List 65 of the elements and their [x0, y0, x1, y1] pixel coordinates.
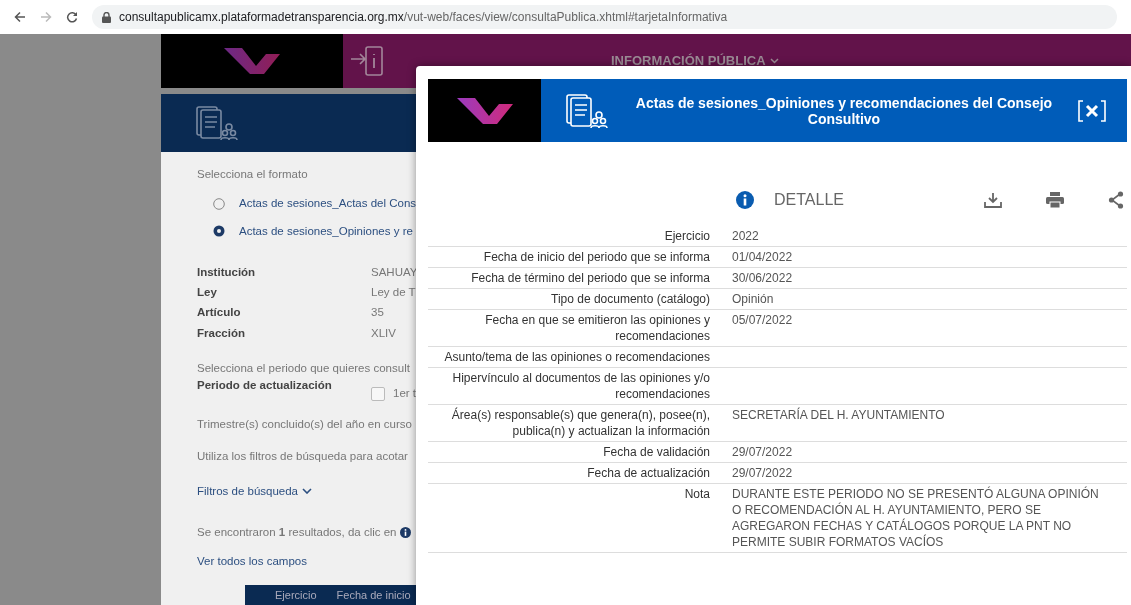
field-label: Tipo de documento (catálogo) [550, 291, 710, 307]
instruction-text: Selecciona el formato [197, 167, 308, 182]
download-icon[interactable] [983, 192, 1002, 208]
back-icon[interactable] [14, 11, 26, 23]
radio-button[interactable] [213, 197, 225, 210]
format-option[interactable]: Actas de sesiones_Actas del Cons [239, 195, 417, 213]
checkbox[interactable] [371, 386, 385, 401]
field-label: Ejercicio [663, 228, 710, 244]
lock-icon [102, 11, 111, 23]
reload-icon[interactable] [66, 11, 78, 23]
address-bar[interactable]: consultapublicamx.plataformadetransparencia.org.mx/vut-web/faces/view/consultaPublica.xhtml#tarjetaInformativa [92, 5, 1117, 29]
close-button[interactable] [1077, 98, 1107, 123]
filters-hint: Utiliza los filtros de búsqueda para acotar [197, 448, 408, 464]
detail-label: Fracción [197, 325, 246, 341]
field-value: 05/07/2022 [732, 313, 793, 327]
detail-label: Ley [197, 285, 218, 300]
field-label: Fecha de inicio del periodo que se informa [482, 249, 710, 265]
detail-value: 35 [371, 305, 384, 321]
logo-icon [222, 46, 282, 76]
main-menu[interactable]: INFORMACIÓN PÚBLICA [611, 51, 779, 71]
modal-title: Actas de sesiones_Opiniones y recomendaciones del Consejo Consultivo [634, 94, 1054, 127]
field-value: 01/04/2022 [732, 250, 793, 264]
documents-people-icon [565, 92, 611, 129]
detail-value: SAHUAY [371, 264, 418, 280]
login-icon[interactable] [349, 45, 385, 77]
field-label: Área(s) responsable(s) que genera(n), posee(n), publica(n) y actualizan la información [450, 407, 710, 439]
field-value: SECRETARÍA DEL H. AYUNTAMIENTO [732, 408, 945, 422]
results-text: Se encontraron 1 resultados, da clic en [197, 525, 397, 540]
share-icon[interactable] [1107, 191, 1124, 209]
view-all-link[interactable]: Ver todos los campos [197, 553, 307, 571]
column-header[interactable]: Ejercicio [275, 586, 317, 604]
field-label: Fecha en que se emitieron las opiniones y recomendaciones [484, 312, 710, 344]
field-label: Hipervínculo al documentos de las opiniones y/o recomendaciones [451, 370, 710, 402]
field-label: Nota [683, 486, 710, 503]
chevron-down-icon [769, 58, 779, 64]
print-icon[interactable] [1045, 192, 1064, 208]
close-icon [1077, 98, 1107, 123]
field-label: Fecha de actualización [586, 465, 710, 481]
instruction-text: Selecciona el periodo que quieres consult [197, 360, 410, 376]
checkbox-label: 1er t [393, 386, 416, 401]
field-label: Fecha de validación [602, 444, 710, 460]
format-option[interactable]: Actas de sesiones_Opiniones y re [239, 222, 413, 240]
detail-label: Institución [197, 264, 257, 280]
field-value: 2022 [732, 229, 759, 243]
info-icon [736, 191, 754, 209]
field-value: 29/07/2022 [732, 445, 793, 459]
detail-label: Artículo [197, 305, 242, 321]
detail-value: XLIV [371, 325, 396, 341]
url-text: consultapublicamx.plataformadetransparencia.org.mx/vut-web/faces/view/consultaPublica.xhtml#tarjetaInformativa [119, 9, 728, 26]
field-label: Asunto/tema de las opiniones o recomendaciones [443, 349, 710, 365]
field-label: Fecha de término del periodo que se informa [470, 270, 710, 286]
field-value: 29/07/2022 [732, 466, 793, 480]
field-value: DURANTE ESTE PERIODO NO SE PRESENTÓ ALGUNA OPINIÓN O RECOMENDACIÓN AL H. AYUNTAMIENTO, PERO SE AGREGARON FECHAS Y CATÁLOGOS PORQUE LA PNT NO PERMITE SUBIR FORMATOS VACÍOS [732, 487, 1099, 549]
chevron-down-icon [302, 488, 312, 495]
radio-button[interactable] [213, 225, 225, 238]
info-icon [400, 527, 412, 539]
filters-toggle[interactable]: Filtros de búsqueda [197, 482, 312, 500]
column-header[interactable]: Fecha de inicio [336, 586, 411, 604]
field-value: Opinión [732, 292, 774, 306]
period-label: Periodo de actualización [197, 378, 333, 393]
quarters-note: Trimestre(s) concluido(s) del año en curso [197, 417, 412, 433]
detail-value: Ley de T [371, 285, 416, 300]
field-value: 30/06/2022 [732, 271, 793, 285]
section-title: DETALLE [774, 190, 844, 210]
documents-people-icon [195, 105, 241, 141]
